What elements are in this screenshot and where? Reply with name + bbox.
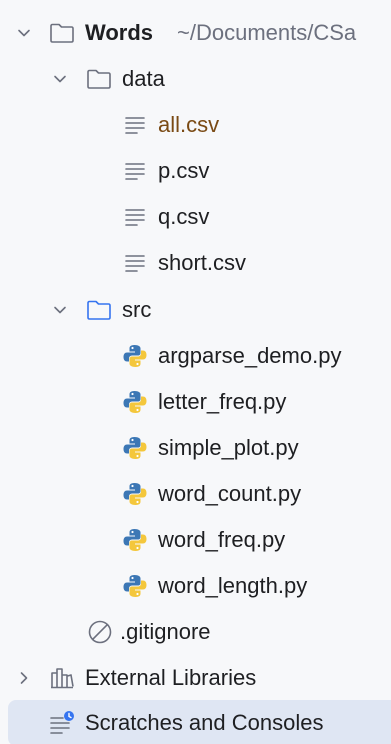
file-label: letter_freq.py xyxy=(158,389,287,414)
file-label: simple_plot.py xyxy=(158,435,299,460)
text-file-icon xyxy=(121,203,149,231)
project-tree: Words ~/Documents/CSa data all.csv p.csv… xyxy=(0,0,391,744)
text-file-icon xyxy=(121,111,149,139)
tree-node-folder-data[interactable]: data xyxy=(0,56,391,102)
tree-node-folder-src[interactable]: src xyxy=(0,287,391,333)
tree-node-file[interactable]: p.csv xyxy=(0,148,391,194)
external-libraries-label: External Libraries xyxy=(85,665,257,690)
folder-label: src xyxy=(122,297,152,322)
file-label: .gitignore xyxy=(120,619,211,644)
tree-node-file[interactable]: word_count.py xyxy=(0,471,391,517)
folder-icon xyxy=(48,19,76,47)
tree-node-file[interactable]: simple_plot.py xyxy=(0,425,391,471)
project-name: Words xyxy=(85,20,154,45)
python-file-icon xyxy=(121,480,149,508)
file-label: short.csv xyxy=(158,250,247,275)
tree-node-file[interactable]: word_length.py xyxy=(0,563,391,609)
project-path: ~/Documents/CSa xyxy=(177,20,357,45)
tree-node-external-libraries[interactable]: External Libraries xyxy=(0,655,391,701)
folder-icon xyxy=(85,65,113,93)
file-label: word_length.py xyxy=(158,573,308,598)
tree-node-file[interactable]: letter_freq.py xyxy=(0,379,391,425)
file-label: argparse_demo.py xyxy=(158,343,342,368)
python-file-icon xyxy=(121,342,149,370)
scratches-label: Scratches and Consoles xyxy=(85,710,324,735)
chevron-down-icon[interactable] xyxy=(50,69,70,89)
file-label: all.csv xyxy=(158,112,220,137)
scratches-icon xyxy=(48,709,76,737)
tree-node-file[interactable]: argparse_demo.py xyxy=(0,333,391,379)
chevron-down-icon[interactable] xyxy=(14,23,34,43)
tree-node-file[interactable]: short.csv xyxy=(0,240,391,286)
tree-node-gitignore[interactable]: .gitignore xyxy=(0,609,391,655)
tree-node-project-root[interactable]: Words ~/Documents/CSa xyxy=(0,10,391,56)
chevron-down-icon[interactable] xyxy=(50,300,70,320)
file-label: word_count.py xyxy=(158,481,302,506)
text-file-icon xyxy=(121,157,149,185)
python-file-icon xyxy=(121,434,149,462)
ignored-file-icon xyxy=(86,618,114,646)
file-label: p.csv xyxy=(158,158,210,183)
folder-label: data xyxy=(122,66,165,91)
file-label: q.csv xyxy=(158,204,210,229)
file-label: word_freq.py xyxy=(158,527,286,552)
text-file-icon xyxy=(121,249,149,277)
library-icon xyxy=(48,664,76,692)
source-folder-icon xyxy=(85,296,113,324)
python-file-icon xyxy=(121,526,149,554)
chevron-right-icon[interactable] xyxy=(14,668,34,688)
python-file-icon xyxy=(121,388,149,416)
tree-node-file[interactable]: all.csv xyxy=(0,102,391,148)
tree-node-scratches[interactable]: Scratches and Consoles xyxy=(8,700,391,744)
python-file-icon xyxy=(121,572,149,600)
tree-node-file[interactable]: q.csv xyxy=(0,194,391,240)
tree-node-file[interactable]: word_freq.py xyxy=(0,517,391,563)
